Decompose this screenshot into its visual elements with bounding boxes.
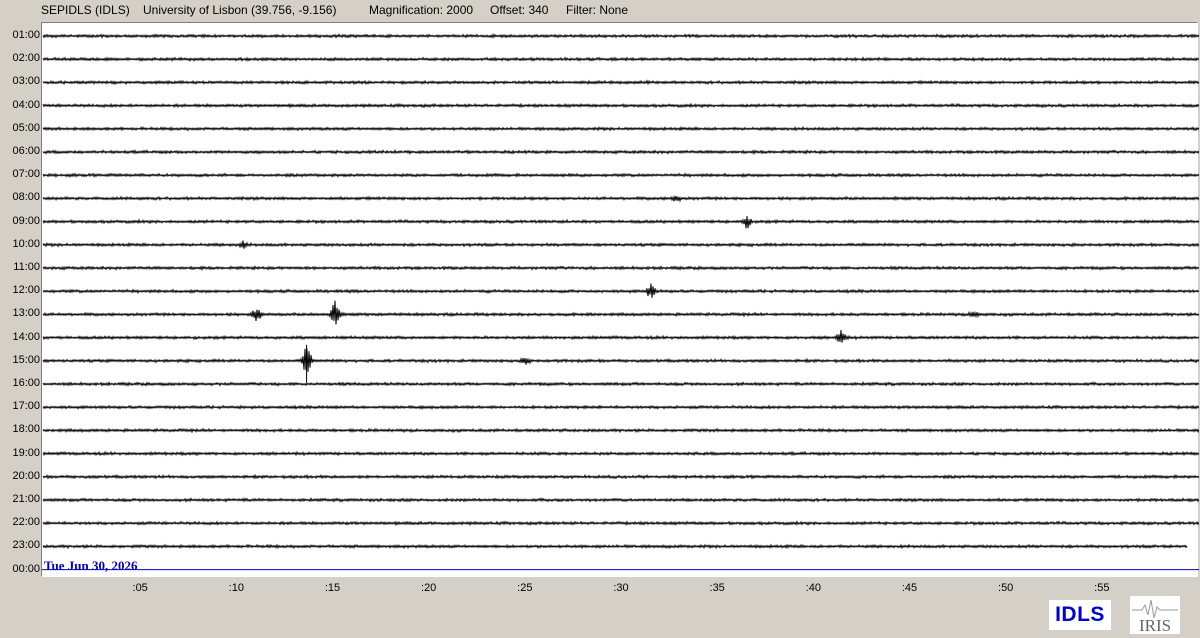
hour-label: 20:00	[12, 469, 40, 482]
hour-label: 07:00	[12, 168, 40, 181]
hour-label: 01:00	[12, 29, 40, 41]
trace-line	[42, 56, 1199, 63]
minute-label: :35	[709, 582, 725, 594]
hour-label: 09:00	[12, 214, 40, 227]
hour-label: 22:00	[12, 516, 40, 529]
minute-label: :20	[421, 582, 437, 594]
hour-label: 17:00	[12, 400, 40, 413]
minute-label: :55	[1094, 582, 1110, 594]
offset-value: Offset: 340	[490, 3, 549, 17]
hour-label: 23:00	[12, 539, 40, 552]
hour-label: 19:00	[12, 446, 40, 459]
minute-label: :25	[517, 582, 533, 594]
trace-line	[42, 520, 1199, 527]
minute-label: :30	[613, 582, 629, 594]
seismogram-traces	[42, 33, 1199, 571]
trace-line	[42, 380, 1199, 387]
trace-line	[42, 473, 1199, 480]
trace-line	[42, 240, 1199, 249]
trace-line	[42, 450, 1199, 457]
hour-label: 08:00	[12, 191, 40, 204]
filter-value: Filter: None	[566, 3, 629, 17]
hour-label: 11:00	[13, 261, 40, 273]
minute-label: :40	[805, 582, 821, 594]
trace-line	[42, 283, 1199, 298]
trace-line	[42, 265, 1199, 272]
date-label: Tue Jun 30, 2026	[44, 558, 138, 573]
hour-label: 10:00	[12, 237, 40, 250]
hour-label: 03:00	[12, 75, 40, 88]
trace-line	[42, 33, 1199, 39]
trace-line	[42, 172, 1199, 179]
trace-line	[42, 404, 1199, 411]
minute-label: :15	[324, 582, 341, 594]
trace-line	[42, 195, 1199, 203]
hour-label: 06:00	[12, 145, 40, 157]
trace-line	[42, 427, 1199, 434]
trace-line	[42, 79, 1199, 86]
header-bar: SEPIDLS (IDLS) University of Lisbon (39.…	[0, 0, 1200, 22]
iris-logo-mark: IRIS	[1132, 599, 1178, 634]
trace-line	[42, 543, 1188, 550]
trace-line	[42, 300, 1199, 325]
hour-label: 12:00	[12, 284, 40, 297]
hour-label: 16:00	[12, 377, 40, 389]
station-location: University of Lisbon (39.756, -9.156)	[143, 3, 337, 17]
hour-label: 02:00	[12, 52, 40, 65]
minute-label: :45	[901, 582, 918, 594]
magnification-value: Magnification: 2000	[369, 3, 474, 17]
trace-line	[42, 125, 1199, 132]
trace-line	[42, 329, 1199, 343]
idls-logo: IDLS	[1049, 600, 1111, 630]
hour-label: 14:00	[12, 330, 40, 343]
trace-line	[42, 216, 1199, 229]
trace-line	[42, 496, 1199, 503]
station-name: SEPIDLS (IDLS)	[41, 3, 130, 17]
svg-text:IRIS: IRIS	[1139, 616, 1171, 634]
hour-label: 05:00	[12, 121, 40, 134]
hour-label: 00:00	[12, 562, 40, 575]
seismogram-plot	[41, 22, 1199, 577]
trace-line	[42, 102, 1199, 109]
minute-label: :05	[132, 582, 148, 594]
trace-line	[42, 149, 1199, 156]
iris-logo: IRIS	[1130, 596, 1180, 634]
minute-label: :50	[998, 582, 1014, 594]
hour-label: 18:00	[12, 423, 40, 436]
hour-label: 13:00	[12, 307, 40, 320]
hour-label: 21:00	[12, 493, 40, 505]
hour-label: 04:00	[12, 98, 40, 111]
trace-line	[42, 348, 1199, 372]
hour-label: 15:00	[12, 353, 40, 366]
minute-label: :10	[228, 582, 244, 594]
